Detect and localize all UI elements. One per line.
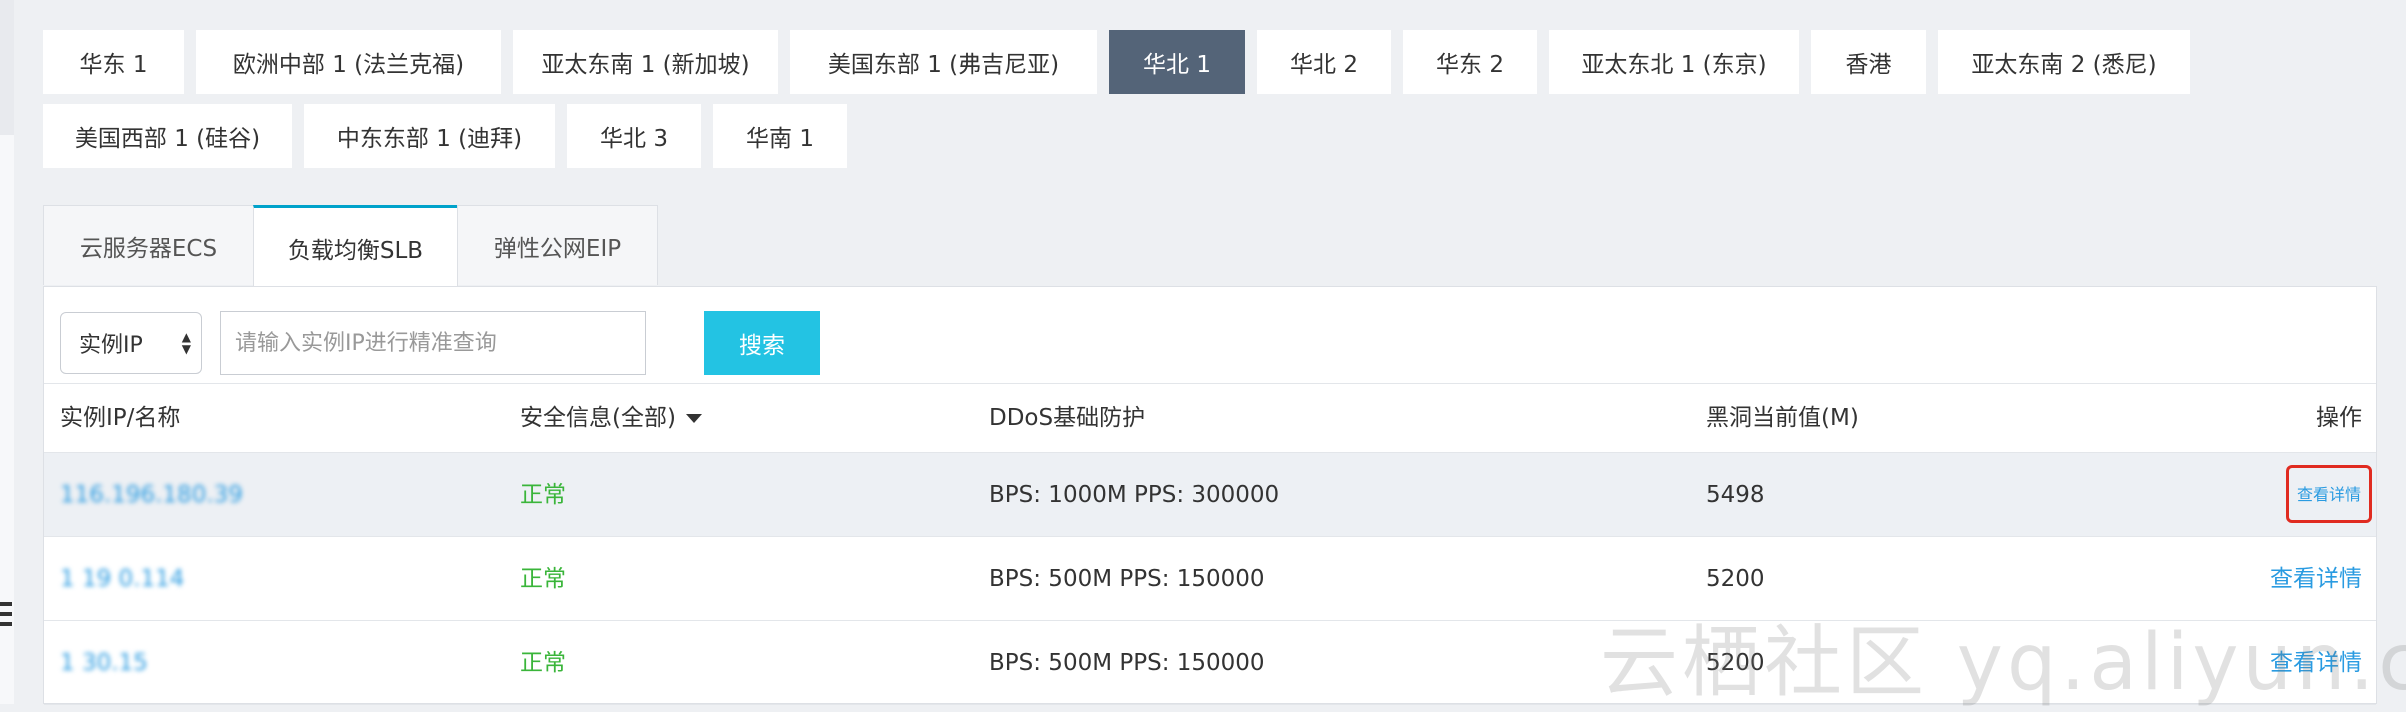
region-tab-virginia[interactable]: 美国东部 1 (弗吉尼亚) xyxy=(790,30,1097,94)
security-status: 正常 xyxy=(520,482,566,508)
menu-icon[interactable] xyxy=(0,602,14,632)
region-tab-huabei2[interactable]: 华北 2 xyxy=(1257,30,1391,94)
sidebar-block xyxy=(0,0,14,135)
header-blackhole: 黑洞当前值(M) xyxy=(1706,405,1859,431)
tab-eip[interactable]: 弹性公网EIP xyxy=(457,205,658,285)
table-row: 1 30.15 正常 BPS: 500M PPS: 150000 5200 查看… xyxy=(44,621,2376,705)
region-tab-silicon-valley[interactable]: 美国西部 1 (硅谷) xyxy=(43,104,292,168)
region-tab-hongkong[interactable]: 香港 xyxy=(1811,30,1926,94)
header-security[interactable]: 安全信息(全部) xyxy=(520,384,702,452)
blackhole-value: 5498 xyxy=(1706,482,1765,508)
security-status: 正常 xyxy=(520,650,566,676)
region-tab-huanan1[interactable]: 华南 1 xyxy=(713,104,847,168)
table-header: 实例IP/名称 安全信息(全部) DDoS基础防护 黑洞当前值(M) 操作 xyxy=(44,383,2376,453)
blackhole-value: 5200 xyxy=(1706,566,1765,592)
instance-ip-link[interactable]: 1 19 0.114 xyxy=(60,537,184,621)
filter-type-value: 实例IP xyxy=(79,333,143,358)
region-tab-frankfurt[interactable]: 欧洲中部 1 (法兰克福) xyxy=(196,30,501,94)
left-sidebar-strip xyxy=(0,0,14,704)
ddos-protection: BPS: 500M PPS: 150000 xyxy=(989,650,1265,676)
search-input[interactable] xyxy=(220,311,646,375)
view-details-link[interactable]: 查看详情 xyxy=(2270,621,2362,705)
region-tab-huadong1[interactable]: 华东 1 xyxy=(43,30,184,94)
instance-panel: 实例IP ▲▼ 搜索 实例IP/名称 安全信息(全部) DDoS基础防护 黑洞当… xyxy=(43,286,2377,705)
security-status: 正常 xyxy=(520,566,566,592)
region-tab-huabei3[interactable]: 华北 3 xyxy=(567,104,701,168)
ddos-protection: BPS: 1000M PPS: 300000 xyxy=(989,482,1280,508)
region-row-1: 华东 1 欧洲中部 1 (法兰克福) 亚太东南 1 (新加坡) 美国东部 1 (… xyxy=(43,30,2202,94)
select-arrows-icon: ▲ ▼ xyxy=(181,330,191,356)
ddos-protection: BPS: 500M PPS: 150000 xyxy=(989,566,1265,592)
header-ddos: DDoS基础防护 xyxy=(989,405,1146,431)
blackhole-value: 5200 xyxy=(1706,650,1765,676)
dropdown-caret-icon xyxy=(685,414,702,423)
search-button[interactable]: 搜索 xyxy=(704,311,820,375)
filter-type-select[interactable]: 实例IP ▲ ▼ xyxy=(60,312,202,374)
view-details-link[interactable]: 查看详情 xyxy=(2285,465,2372,523)
table-row: 116.196.180.39 正常 BPS: 1000M PPS: 300000… xyxy=(44,453,2376,537)
instance-ip-link[interactable]: 1 30.15 xyxy=(60,621,148,705)
header-action: 操作 xyxy=(2316,405,2362,431)
region-tab-sydney[interactable]: 亚太东南 2 (悉尼) xyxy=(1938,30,2190,94)
region-tab-dubai[interactable]: 中东东部 1 (迪拜) xyxy=(304,104,555,168)
instance-ip-link[interactable]: 116.196.180.39 xyxy=(60,453,243,537)
service-tabs: 云服务器ECS 负载均衡SLB 弹性公网EIP xyxy=(43,205,658,287)
table-row: 1 19 0.114 正常 BPS: 500M PPS: 150000 5200… xyxy=(44,537,2376,621)
region-tab-huabei1[interactable]: 华北 1 xyxy=(1109,30,1245,94)
header-security-label: 安全信息(全部) xyxy=(520,405,676,431)
region-tab-huadong2[interactable]: 华东 2 xyxy=(1403,30,1537,94)
view-details-link[interactable]: 查看详情 xyxy=(2270,537,2362,621)
header-ip: 实例IP/名称 xyxy=(60,405,181,431)
region-tab-tokyo[interactable]: 亚太东北 1 (东京) xyxy=(1549,30,1799,94)
region-row-2: 美国西部 1 (硅谷) 中东东部 1 (迪拜) 华北 3 华南 1 xyxy=(43,104,859,168)
region-tab-singapore[interactable]: 亚太东南 1 (新加坡) xyxy=(513,30,778,94)
tab-slb[interactable]: 负载均衡SLB xyxy=(253,205,458,287)
tab-ecs[interactable]: 云服务器ECS xyxy=(43,205,254,285)
